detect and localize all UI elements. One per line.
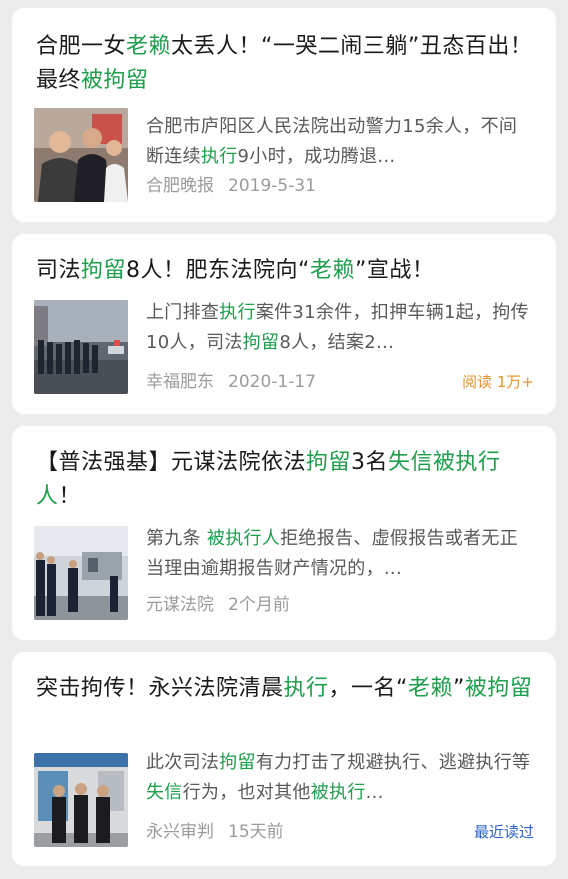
- text-segment: 此次司法: [146, 752, 220, 773]
- highlighted-keyword: 执行: [200, 146, 238, 167]
- text-segment: 3名: [351, 450, 389, 475]
- police-lineup-photo-icon: [34, 300, 128, 394]
- article-meta: 永兴审判 15天前 最近读过: [146, 820, 534, 844]
- text-segment: 第九条: [146, 528, 207, 549]
- text-segment: 上门排查: [146, 302, 220, 323]
- court-officers-photo-icon: [34, 526, 128, 620]
- article-title[interactable]: 司法拘留8人！肥东法院向“老赖”宣战！: [36, 254, 534, 288]
- highlighted-keyword: 拘留: [306, 450, 352, 475]
- text-segment: ”宣战！: [354, 258, 435, 283]
- article-snippet: 合肥市庐阳区人民法院出动警力15余人，不间断连续执行9小时，成功腾退...: [146, 112, 534, 172]
- highlighted-keyword: 老赖: [126, 34, 172, 59]
- text-segment: 合肥一女: [36, 34, 127, 59]
- article-source: 元谋法院: [146, 595, 214, 615]
- highlighted-keyword: 拘留: [81, 258, 127, 283]
- highlighted-keyword: 被拘留: [464, 676, 533, 701]
- article-title[interactable]: 【普法强基】元谋法院依法拘留3名失信被执行人！: [36, 446, 534, 514]
- text-segment: 有力打击了规避执行、逃避执行等: [255, 752, 531, 773]
- text-segment: ”: [452, 676, 465, 701]
- article-meta: 合肥晚报 2019-5-31: [146, 174, 534, 198]
- highlighted-keyword: 老赖: [309, 258, 355, 283]
- article-title[interactable]: 合肥一女老赖太丢人！“一哭二闹三躺”丑态百出！最终被拘留: [36, 30, 534, 98]
- article-meta: 幸福肥东 2020-1-17 阅读 1万+: [146, 370, 534, 394]
- article-title[interactable]: 突击拘传！永兴法院清晨执行，一名“老赖”被拘留: [36, 672, 534, 706]
- text-segment: ，一名“: [328, 676, 408, 701]
- text-segment: 9小时，成功腾退...: [237, 146, 396, 167]
- text-segment: ！: [58, 484, 82, 509]
- article-source: 永兴审判: [146, 822, 214, 842]
- highlighted-keyword: 拘留: [219, 752, 256, 773]
- highlighted-keyword: 失信: [146, 782, 183, 803]
- article-date: 2个月前: [228, 595, 290, 615]
- article-source: 幸福肥东: [146, 372, 214, 392]
- article-snippet: 此次司法拘留有力打击了规避执行、逃避执行等失信行为，也对其他被执行...: [146, 748, 534, 808]
- article-snippet: 上门排查执行案件31余件，扣押车辆1起，拘传10人，司法拘留8人，结案2...: [146, 298, 534, 358]
- highlighted-keyword: 被执行: [310, 782, 366, 803]
- article-card-2[interactable]: 司法拘留8人！肥东法院向“老赖”宣战！ 上门排查执行案件31余件，扣押车辆1起，…: [12, 234, 556, 414]
- article-card-3[interactable]: 【普法强基】元谋法院依法拘留3名失信被执行人！ 第九条 被执行人拒绝报告、虚假报…: [12, 426, 556, 640]
- text-segment: ...: [365, 782, 384, 803]
- text-segment: 突击拘传！永兴法院清晨: [36, 676, 284, 701]
- news-photo-people-icon: [34, 108, 128, 202]
- article-snippet: 第九条 被执行人拒绝报告、虚假报告或者无正当理由逾期报告财产情况的，...: [146, 524, 534, 584]
- recently-read-badge: 最近读过: [473, 823, 534, 841]
- highlighted-keyword: 拘留: [242, 332, 280, 353]
- article-source: 合肥晚报: [146, 176, 214, 196]
- text-segment: 【普法强基】元谋法院依法: [36, 450, 307, 475]
- text-segment: 8人！肥东法院向“: [126, 258, 310, 283]
- read-count-badge: 阅读 1万+: [462, 373, 534, 391]
- article-date: 2020-1-17: [228, 372, 316, 392]
- article-date: 2019-5-31: [228, 176, 316, 196]
- highlighted-keyword: 被执行人: [206, 528, 281, 549]
- highlighted-keyword: 老赖: [407, 676, 453, 701]
- article-card-4[interactable]: 突击拘传！永兴法院清晨执行，一名“老赖”被拘留 此次司法拘留有力打击了规避执行、…: [12, 652, 556, 866]
- text-segment: 行为，也对其他: [182, 782, 311, 803]
- article-card-1[interactable]: 合肥一女老赖太丢人！“一哭二闹三躺”丑态百出！最终被拘留 合肥市庐阳区人民法院出…: [12, 8, 556, 222]
- text-segment: 8人，结案2...: [279, 332, 395, 353]
- highlighted-keyword: 执行: [283, 676, 329, 701]
- article-date: 15天前: [228, 822, 284, 842]
- highlighted-keyword: 执行: [219, 302, 256, 323]
- text-segment: 司法: [36, 258, 82, 283]
- article-meta: 元谋法院 2个月前: [146, 593, 534, 617]
- highlighted-keyword: 被拘留: [81, 68, 149, 93]
- officers-detainee-photo-icon: [34, 753, 128, 847]
